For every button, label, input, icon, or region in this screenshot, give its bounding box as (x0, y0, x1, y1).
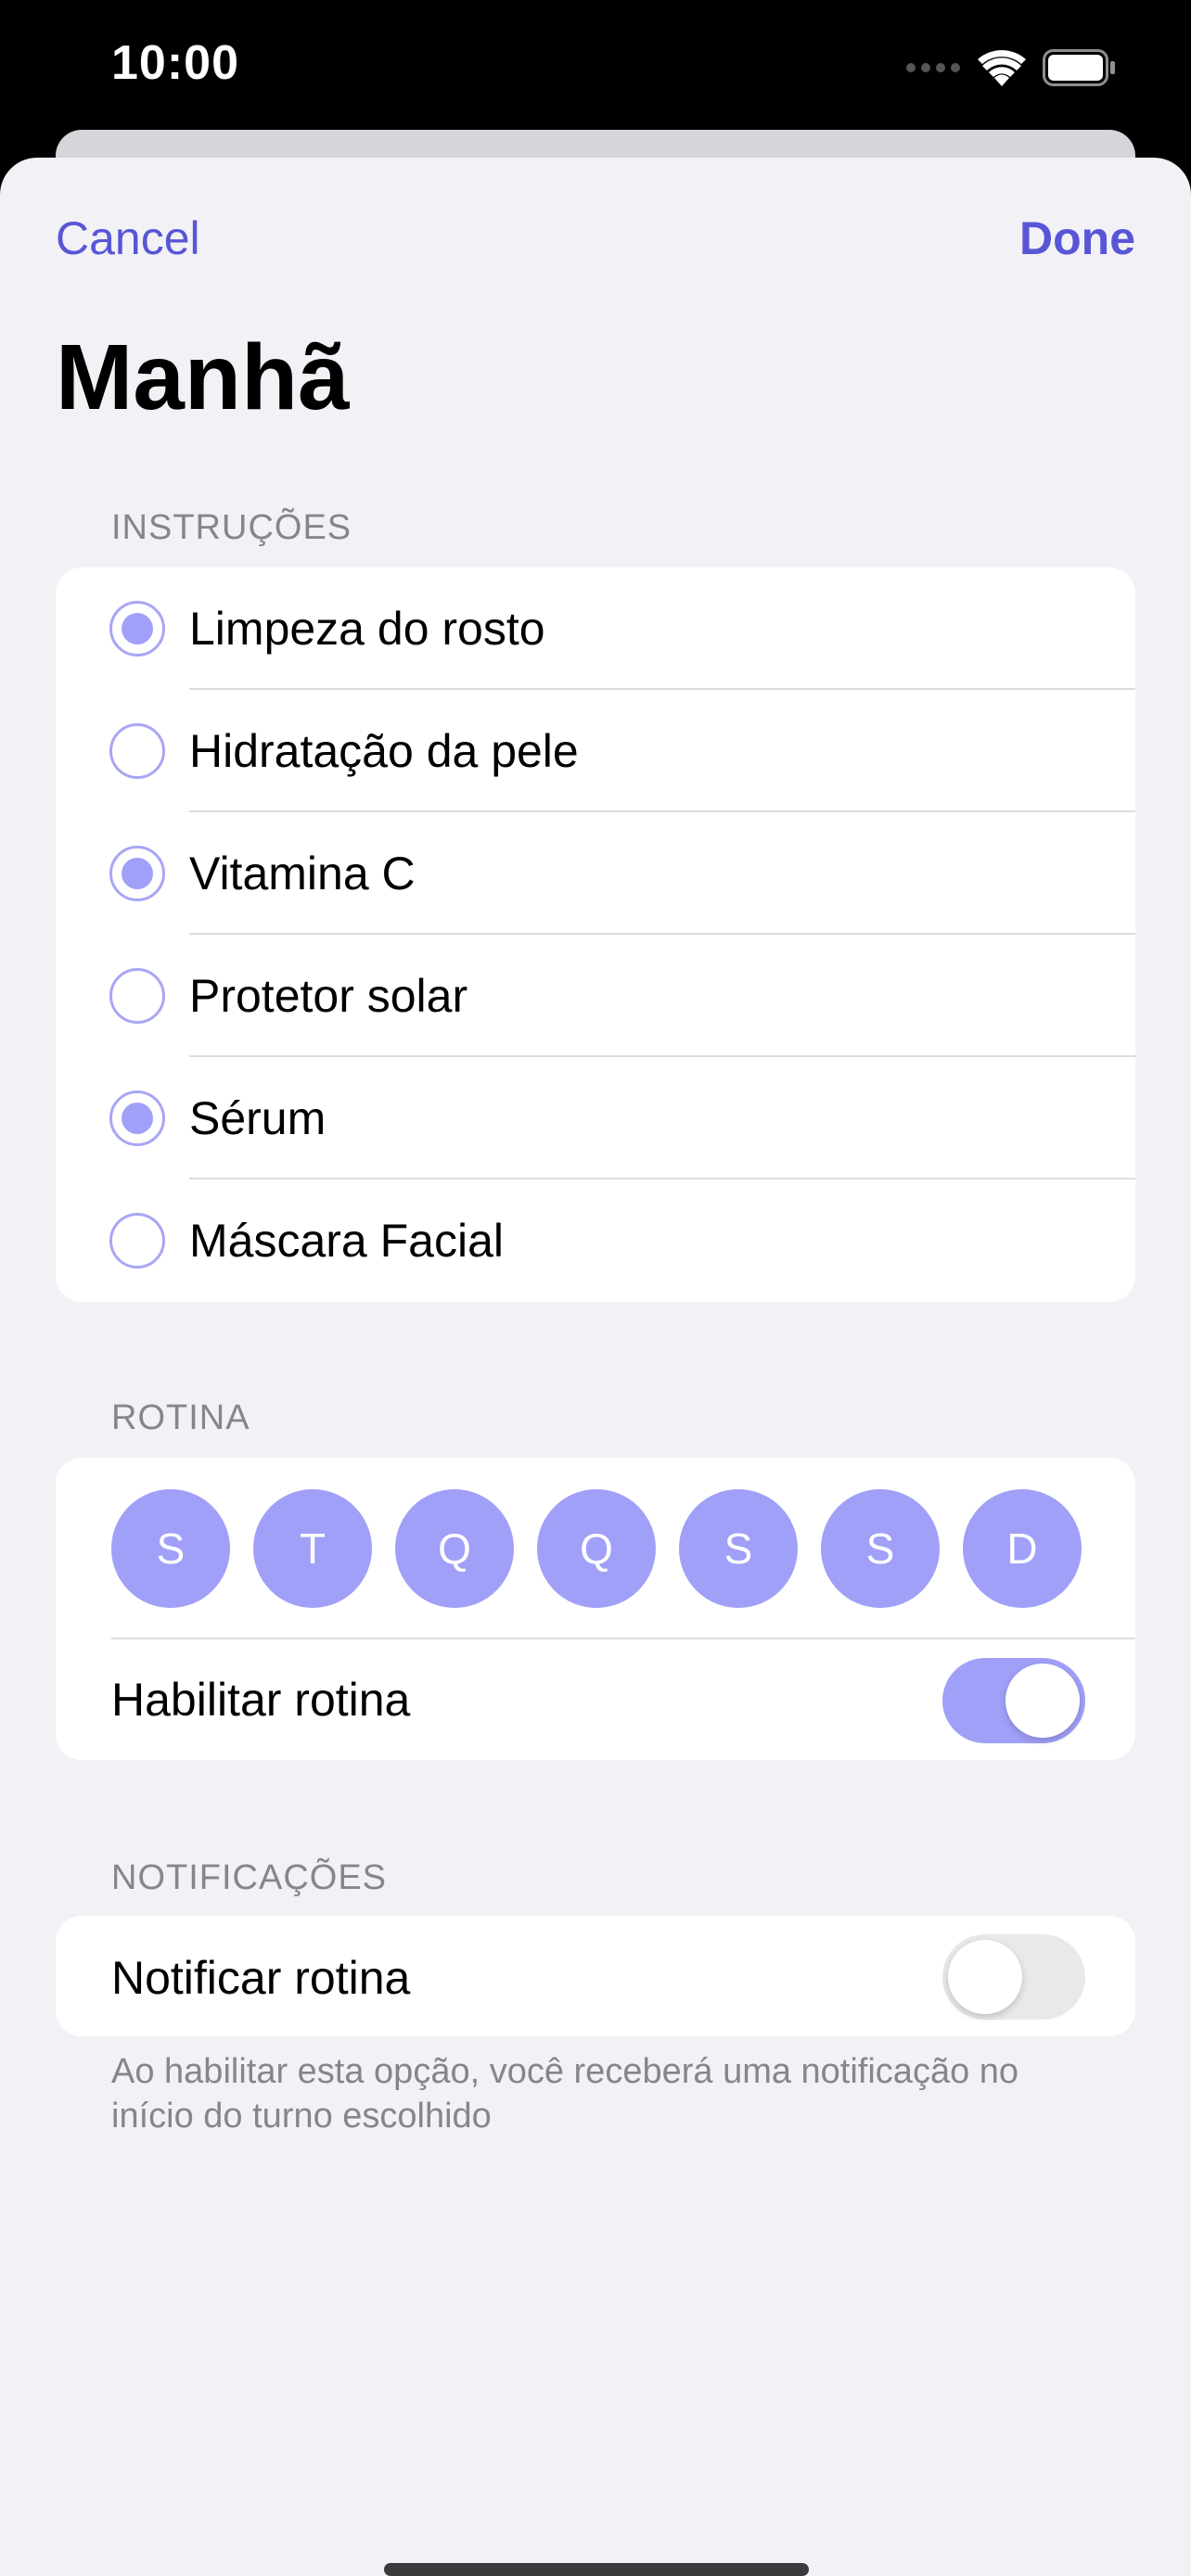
home-indicator[interactable] (384, 2563, 809, 2576)
instruction-item[interactable]: Máscara Facial (56, 1180, 1135, 1302)
instruction-label: Máscara Facial (189, 1215, 504, 1267)
routine-header: ROTINA (111, 1398, 250, 1437)
routine-card: S T Q Q S S D Habilitar rotina (56, 1458, 1135, 1760)
enable-routine-toggle[interactable] (942, 1658, 1085, 1743)
page-title: Manhã (56, 325, 350, 429)
toggle-knob (1005, 1664, 1080, 1738)
instruction-item[interactable]: Hidratação da pele (56, 690, 1135, 812)
day-button-tuesday[interactable]: T (253, 1489, 372, 1608)
radio-button[interactable] (109, 601, 165, 657)
status-bar: 10:00 (0, 0, 1191, 130)
notify-routine-toggle[interactable] (942, 1934, 1085, 2020)
day-button-thursday[interactable]: Q (537, 1489, 656, 1608)
radio-button[interactable] (109, 846, 165, 901)
radio-button[interactable] (109, 723, 165, 779)
notifications-header: NOTIFICAÇÕES (111, 1858, 388, 1897)
day-button-monday[interactable]: S (111, 1489, 230, 1608)
instruction-label: Hidratação da pele (189, 725, 579, 777)
instructions-header: INSTRUÇÕES (111, 508, 352, 547)
modal-sheet: Cancel Done Manhã INSTRUÇÕES Limpeza do … (0, 158, 1191, 2576)
toggle-knob (948, 1940, 1022, 2014)
battery-icon (1043, 49, 1115, 86)
day-button-saturday[interactable]: S (821, 1489, 940, 1608)
wifi-icon (978, 50, 1026, 86)
instruction-label: Limpeza do rosto (189, 603, 545, 655)
notify-routine-label: Notificar rotina (111, 1952, 411, 2004)
instruction-item[interactable]: Vitamina C (56, 812, 1135, 935)
notifications-card: Notificar rotina (56, 1916, 1135, 2036)
instruction-label: Protetor solar (189, 970, 468, 1022)
cancel-button[interactable]: Cancel (56, 211, 200, 265)
instruction-item[interactable]: Limpeza do rosto (56, 567, 1135, 690)
status-icons (905, 45, 1117, 91)
signal-icon (906, 63, 960, 72)
day-button-friday[interactable]: S (679, 1489, 798, 1608)
instruction-item[interactable]: Protetor solar (56, 935, 1135, 1057)
day-button-sunday[interactable]: D (963, 1489, 1082, 1608)
radio-button[interactable] (109, 1213, 165, 1269)
divider (111, 1638, 1135, 1639)
enable-routine-label: Habilitar rotina (111, 1674, 411, 1726)
notifications-footer: Ao habilitar esta opção, você receberá u… (111, 2052, 1019, 2136)
instructions-list: Limpeza do rosto Hidratação da pele Vita… (56, 567, 1135, 1302)
instruction-label: Vitamina C (189, 848, 416, 899)
status-time: 10:00 (111, 36, 239, 90)
instruction-label: Sérum (189, 1092, 327, 1144)
radio-button[interactable] (109, 968, 165, 1024)
instruction-item[interactable]: Sérum (56, 1057, 1135, 1180)
radio-button[interactable] (109, 1090, 165, 1146)
weekday-selector: S T Q Q S S D (111, 1489, 1082, 1608)
done-button[interactable]: Done (1019, 211, 1135, 265)
day-button-wednesday[interactable]: Q (395, 1489, 514, 1608)
